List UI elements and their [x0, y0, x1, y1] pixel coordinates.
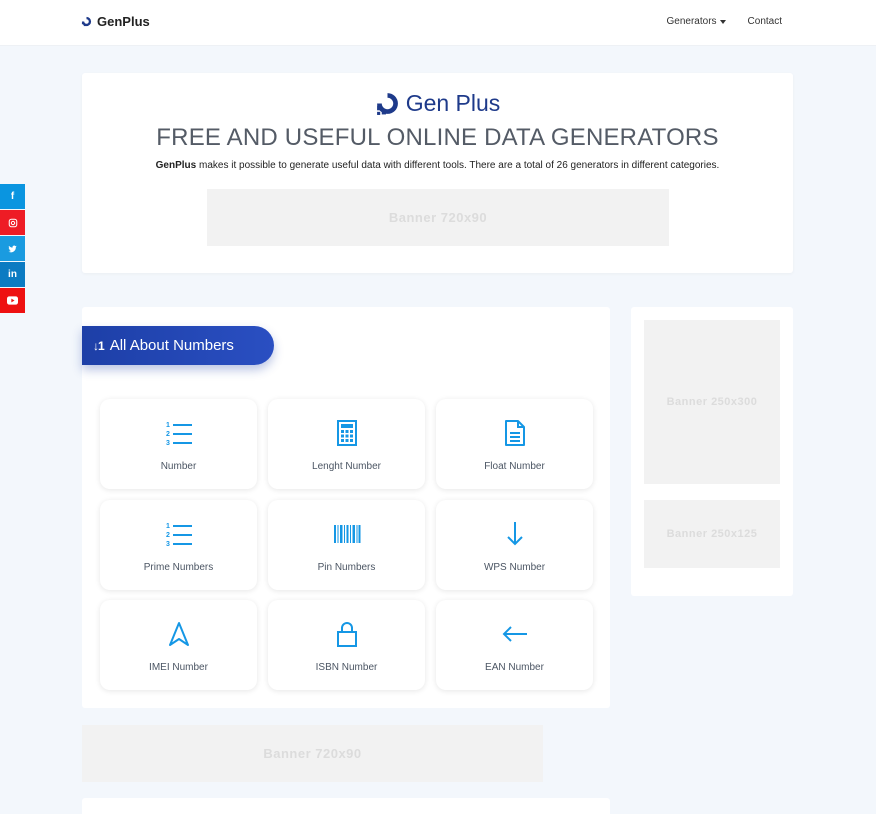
section-title-pill: ↓1 All About Numbers	[82, 326, 274, 365]
tile-isbn-number[interactable]: ISBN Number	[268, 600, 425, 690]
ad-banner-250x300[interactable]: Banner 250x300	[644, 320, 780, 484]
numbered-list-icon: 1 2 3	[166, 422, 192, 447]
brand-logo-icon	[81, 16, 92, 27]
hero-logo-text: Gen Plus	[405, 90, 501, 116]
tile-lenght-number[interactable]: Lenght Number	[268, 399, 425, 489]
brand-link[interactable]: GenPlus	[81, 14, 150, 29]
social-share-rail: f in	[0, 184, 25, 314]
tile-label: Lenght Number	[312, 461, 381, 472]
tile-prime-numbers[interactable]: 1 2 3 Prime Numbers	[100, 500, 257, 590]
next-section-card	[82, 798, 610, 814]
caret-down-icon	[719, 19, 726, 24]
numbered-list-icon: 1 2 3	[166, 523, 192, 548]
tile-float-number[interactable]: Float Number	[436, 399, 593, 489]
hero-description-brand: GenPlus	[155, 160, 197, 171]
nav-generators-dropdown[interactable]: Generators	[667, 16, 726, 27]
tile-imei-number[interactable]: IMEI Number	[100, 600, 257, 690]
tile-number[interactable]: 1 2 3 Number	[100, 399, 257, 489]
svg-text:3: 3	[166, 440, 170, 447]
barcode-icon	[333, 525, 360, 543]
tile-label: ISBN Number	[315, 662, 378, 673]
section-title: All About Numbers	[109, 337, 234, 354]
twitter-icon[interactable]	[0, 236, 25, 261]
svg-text:2: 2	[166, 431, 170, 438]
ad-banner-720x90[interactable]: Banner 720x90	[207, 189, 669, 246]
arrow-left-icon	[502, 626, 527, 642]
tile-label: IMEI Number	[149, 662, 208, 673]
genplus-logo-icon	[376, 93, 398, 115]
instagram-icon[interactable]	[0, 210, 25, 235]
tile-label: Prime Numbers	[143, 562, 214, 573]
hero-card: Gen Plus FREE AND USEFUL ONLINE DATA GEN…	[82, 73, 793, 273]
facebook-icon[interactable]: f	[0, 184, 25, 209]
document-icon	[504, 420, 525, 446]
nav-contact-label: Contact	[747, 16, 782, 27]
tile-label: EAN Number	[485, 662, 544, 673]
ad-banner-250x125[interactable]: Banner 250x125	[644, 500, 780, 568]
youtube-icon[interactable]	[0, 288, 25, 313]
lock-icon	[336, 622, 357, 647]
nav-generators-label: Generators	[666, 16, 717, 27]
top-navbar: GenPlus Generators Contact	[0, 0, 876, 46]
sort-numeric-icon: ↓1	[93, 338, 105, 353]
tile-ean-number[interactable]: EAN Number	[436, 600, 593, 690]
main-nav: Generators Contact	[667, 16, 783, 27]
linkedin-icon[interactable]: in	[0, 262, 25, 287]
ad-banner-720x90-bottom[interactable]: Banner 720x90	[82, 725, 543, 782]
tile-label: Pin Numbers	[317, 562, 376, 573]
hero-logo: Gen Plus	[82, 90, 793, 117]
arrow-down-icon	[506, 522, 523, 546]
hero-description-text: makes it possible to generate useful dat…	[196, 160, 720, 171]
nav-contact-link[interactable]: Contact	[748, 16, 782, 27]
calculator-icon	[336, 420, 357, 446]
tile-label: WPS Number	[483, 562, 546, 573]
svg-text:2: 2	[166, 532, 170, 539]
navigation-arrow-icon	[168, 622, 189, 646]
tile-wps-number[interactable]: WPS Number	[436, 500, 593, 590]
tile-pin-numbers[interactable]: Pin Numbers	[268, 500, 425, 590]
svg-text:3: 3	[166, 541, 170, 548]
tile-label: Float Number	[484, 461, 545, 472]
svg-text:1: 1	[166, 422, 170, 429]
brand-name: GenPlus	[97, 14, 150, 29]
svg-text:1: 1	[166, 523, 170, 530]
hero-description: GenPlus makes it possible to generate us…	[82, 160, 793, 171]
tile-label: Number	[160, 461, 197, 472]
page-title: FREE AND USEFUL ONLINE DATA GENERATORS	[156, 124, 719, 151]
